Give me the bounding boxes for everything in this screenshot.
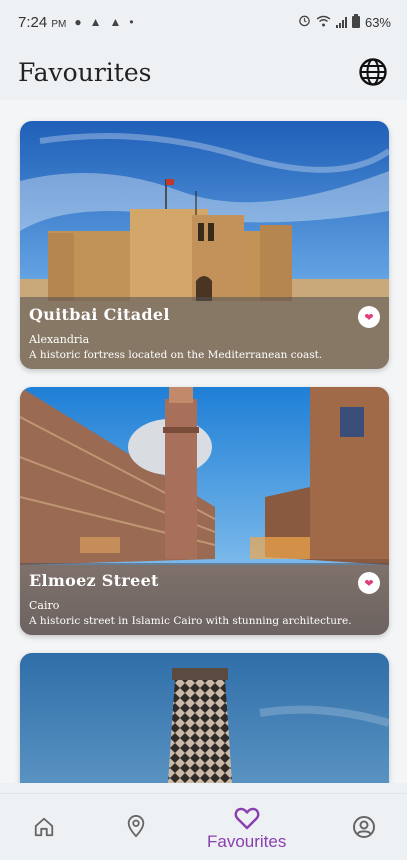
- place-title: Elmoez Street: [29, 571, 159, 590]
- bottom-nav: Favourites: [0, 793, 407, 860]
- place-card[interactable]: Elmoez Street Cairo A historic street in…: [20, 387, 389, 635]
- profile-icon: [353, 816, 375, 838]
- place-city: Alexandria: [29, 333, 90, 346]
- place-city: Cairo: [29, 599, 60, 612]
- status-time: 7:24 PM: [18, 14, 66, 31]
- dot-icon: •: [129, 15, 134, 29]
- place-card[interactable]: Quitbai Citadel Alexandria A historic fo…: [20, 121, 389, 369]
- place-title: Quitbai Citadel: [29, 305, 170, 324]
- place-info: Elmoez Street Cairo A historic street in…: [20, 563, 389, 635]
- language-button[interactable]: [357, 56, 389, 88]
- nav-favourites-label: Favourites: [207, 832, 287, 851]
- heart-icon: [234, 807, 260, 830]
- notification-icon: ▲: [109, 15, 122, 29]
- location-pin-icon: [127, 814, 145, 838]
- nav-home[interactable]: [33, 816, 55, 838]
- nav-map[interactable]: [125, 814, 147, 838]
- place-info: Quitbai Citadel Alexandria A historic fo…: [20, 297, 389, 369]
- page-title: Favourites: [18, 57, 152, 87]
- battery-icon: [351, 14, 360, 28]
- heart-icon: ❤: [364, 576, 374, 590]
- place-description: A historic street in Islamic Cairo with …: [29, 615, 352, 627]
- place-description: A historic fortress located on the Medit…: [29, 349, 323, 361]
- home-icon: [34, 817, 54, 837]
- favourite-toggle[interactable]: ❤: [358, 572, 380, 594]
- globe-icon: [359, 58, 387, 86]
- favourites-list[interactable]: Quitbai Citadel Alexandria A historic fo…: [0, 100, 407, 783]
- favourite-toggle[interactable]: ❤: [358, 306, 380, 328]
- status-left: 7:24 PM ● ▲ ▲ •: [18, 14, 134, 31]
- message-icon: ●: [74, 15, 82, 29]
- status-ampm: PM: [51, 18, 67, 30]
- place-card[interactable]: [20, 653, 389, 783]
- alarm-icon: [298, 14, 311, 30]
- status-time-value: 7:24: [18, 13, 48, 31]
- place-image: [20, 653, 389, 783]
- battery-percent: 63%: [364, 14, 391, 30]
- nav-favourites[interactable]: Favourites: [207, 806, 286, 852]
- status-right: 63%: [298, 14, 391, 30]
- nav-profile[interactable]: [352, 815, 376, 839]
- heart-icon: ❤: [364, 310, 374, 324]
- wifi-icon: [316, 15, 331, 30]
- signal-icon: [335, 16, 347, 28]
- notification-icon: ▲: [89, 15, 102, 29]
- app-header: Favourites: [0, 44, 407, 100]
- status-bar: 7:24 PM ● ▲ ▲ • 63%: [0, 0, 407, 44]
